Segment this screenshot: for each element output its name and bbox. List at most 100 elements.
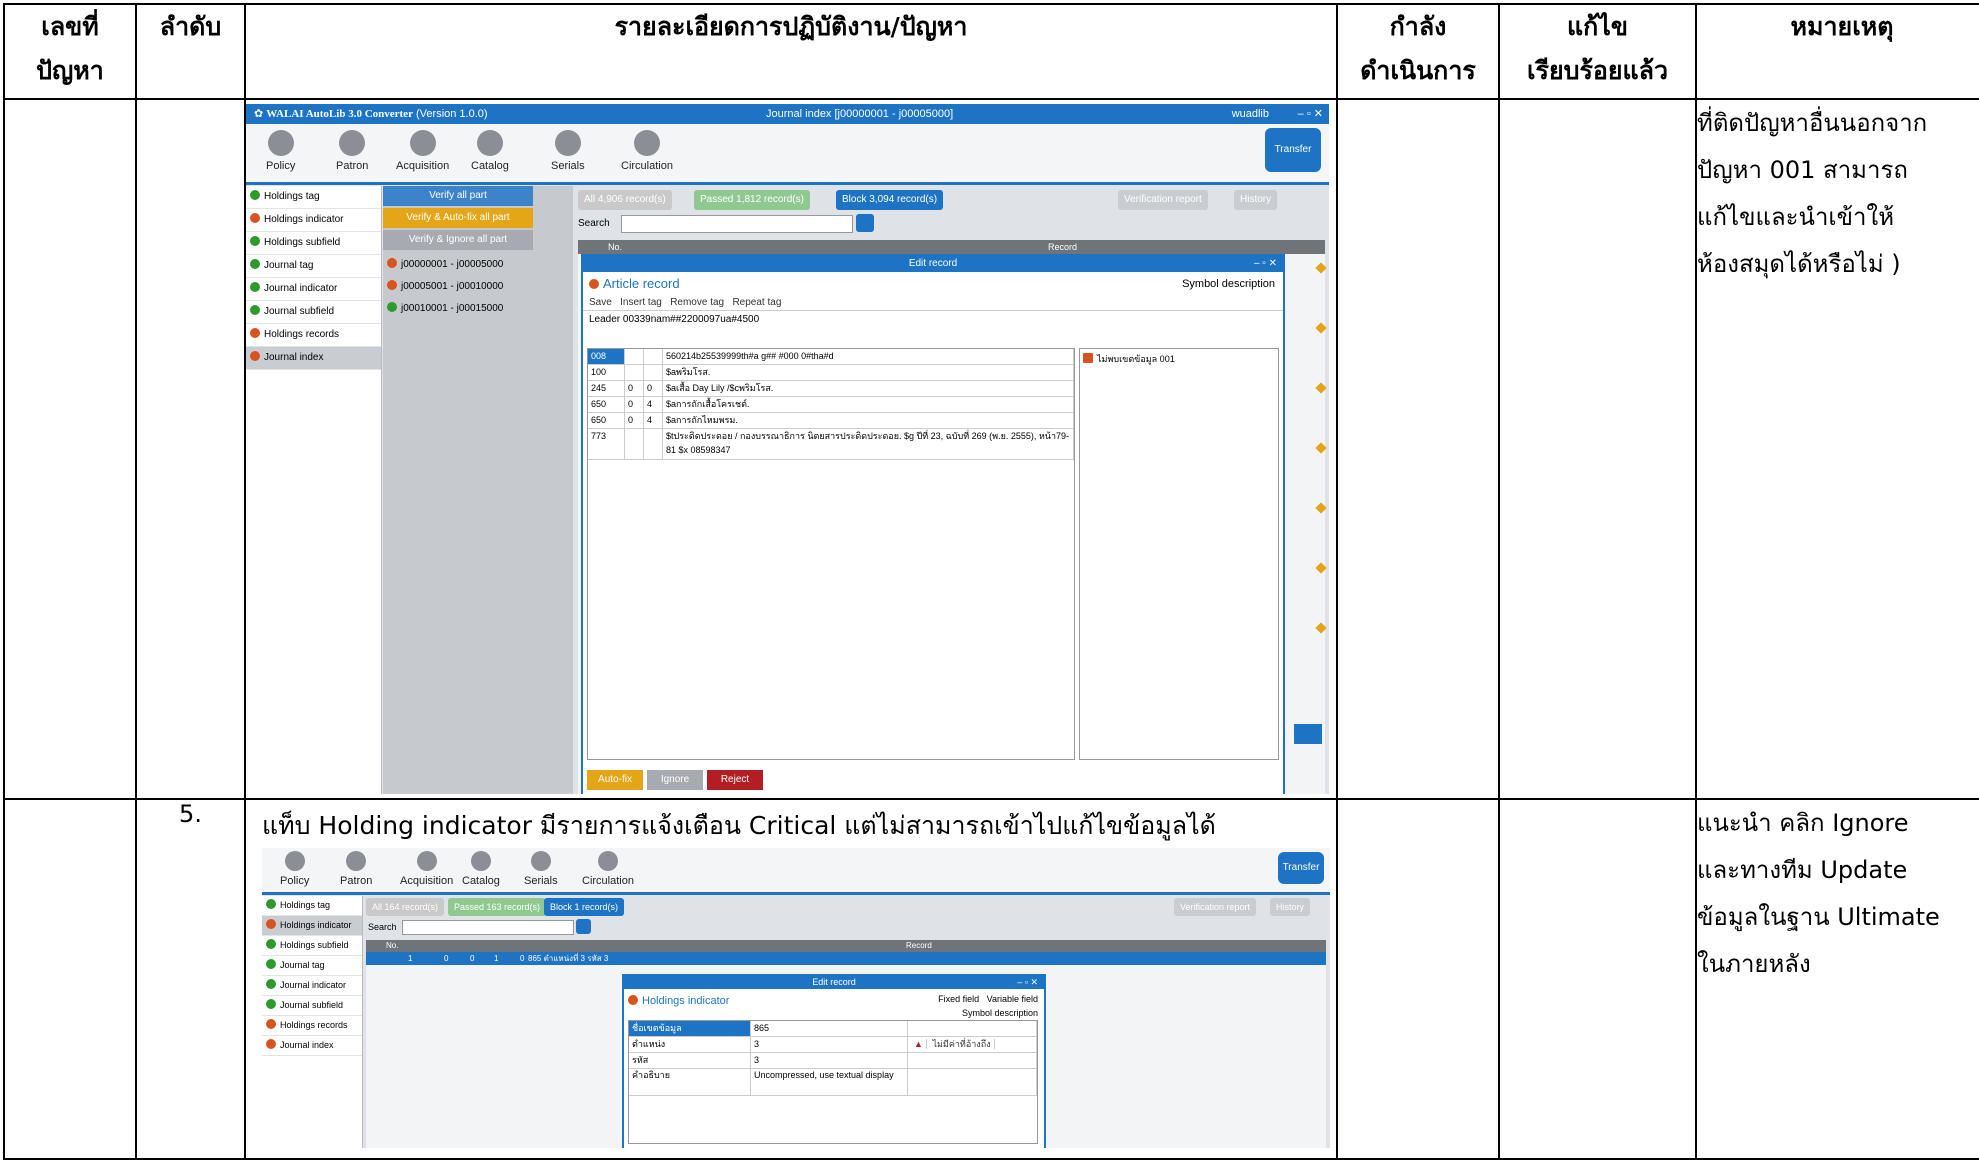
header-seq: ลำดับ (135, 3, 246, 100)
field-row[interactable]: 245 0 0 $aเสื้อ Day Lily /$cพริมโรส. (588, 381, 1074, 397)
sidebar-item[interactable]: Holdings tag (246, 186, 381, 209)
field-row[interactable]: ตำแหน่ง 3 ▲ ไม่มีค่าที่อ้างถึง (629, 1037, 1037, 1053)
pager-next-icon[interactable] (1294, 724, 1322, 744)
record-row[interactable]: 1 0 0 1 0 865 ตำแหน่งที่ 3 รหัส 3 (366, 952, 1326, 965)
module-patron[interactable]: Patron (340, 851, 372, 887)
verify-ignore-button[interactable]: Verify & Ignore all part (383, 230, 533, 250)
field-row[interactable]: รหัส 3 (629, 1053, 1037, 1069)
save-button[interactable]: Save (589, 297, 612, 308)
module-catalog[interactable]: Catalog (471, 130, 509, 172)
module-serials[interactable]: Serials (524, 851, 558, 887)
verification-report-button[interactable]: Verification report (1118, 190, 1208, 210)
error-item[interactable]: ไม่พบเขตข้อมูล 001 (1080, 349, 1278, 369)
search-input[interactable] (621, 215, 853, 233)
autofix-button[interactable]: Auto-fix (587, 770, 643, 790)
history-button[interactable]: History (1234, 190, 1278, 210)
edit-record-window: Edit record – ▫ ✕ Article record Symbol d… (581, 254, 1285, 794)
verify-all-button[interactable]: Verify all part (383, 186, 533, 206)
symbol-description-toggle[interactable]: Symbol description (1182, 278, 1275, 290)
sidebar-item[interactable]: Journal subfield (262, 996, 362, 1016)
search-label: Search (368, 922, 397, 932)
symbol-description-toggle[interactable]: Symbol description (962, 1008, 1038, 1018)
header-remark: หมายเหตุ (1695, 3, 1979, 100)
issue-table: เลขที่ ปัญหา ลำดับ รายละเอียดการปฏิบัติงา… (3, 3, 1979, 1160)
app-screenshot: Policy Patron Acquisition Catalog Serial… (262, 848, 1330, 1148)
fixed-cell (1498, 798, 1697, 1160)
header-issue-no: เลขที่ ปัญหา (3, 3, 137, 100)
verification-report-button[interactable]: Verification report (1174, 898, 1257, 916)
search-icon[interactable] (576, 919, 591, 934)
filter-all[interactable]: All 4,906 record(s) (578, 190, 672, 210)
remark-line: ข้อมูลในฐาน Ultimate (1697, 903, 1940, 931)
sidebar-item[interactable]: Journal indicator (262, 976, 362, 996)
window-label: Journal index [j00000001 - j00005000] (766, 108, 954, 120)
repeat-tag-button[interactable]: Repeat tag (732, 297, 781, 308)
transfer-button[interactable]: Transfer (1278, 852, 1324, 884)
filter-passed[interactable]: Passed 1,812 record(s) (694, 190, 810, 210)
sidebar-item[interactable]: Journal index (246, 347, 381, 370)
field-row[interactable]: คำอธิบาย Uncompressed, use textual displa… (629, 1069, 1037, 1096)
remove-tag-button[interactable]: Remove tag (670, 297, 724, 308)
filter-passed[interactable]: Passed 163 record(s) (448, 898, 547, 916)
range-item[interactable]: j00000001 - j00005000 (387, 254, 503, 276)
field-row[interactable]: ชื่อเขตข้อมูล 865 (629, 1021, 1037, 1037)
range-item[interactable]: j00010001 - j00015000 (387, 298, 503, 320)
issue-description: แท็บ Holding indicator มีรายการแจ้งเตือน… (262, 811, 1216, 840)
filter-block[interactable]: Block 3,094 record(s) (836, 190, 944, 210)
sidebar-item[interactable]: Holdings records (262, 1016, 362, 1036)
filter-block[interactable]: Block 1 record(s) (544, 898, 625, 916)
field-row[interactable]: 100 $aพริมโรส. (588, 365, 1074, 381)
range-item[interactable]: j00005001 - j00010000 (387, 276, 503, 298)
record-grid-header: No. Record (578, 240, 1325, 254)
field-row[interactable]: 650 0 4 $aการถักเสื้อโครเชต์. (588, 397, 1074, 413)
module-ribbon: Policy Patron Acquisition Catalog Serial… (262, 848, 1330, 895)
field-row[interactable]: 773 $tประดิดประดอย / กองบรรณาธิการ นิตยสา… (588, 429, 1074, 460)
sidebar-item[interactable]: Journal indicator (246, 278, 381, 301)
history-button[interactable]: History (1270, 898, 1311, 916)
document-page: เลขที่ ปัญหา ลำดับ รายละเอียดการปฏิบัติงา… (0, 0, 1979, 1170)
insert-tag-button[interactable]: Insert tag (620, 297, 662, 308)
sidebar-item[interactable]: Journal tag (246, 255, 381, 278)
module-acquisition[interactable]: Acquisition (400, 851, 453, 887)
module-circulation[interactable]: Circulation (621, 130, 673, 172)
module-circulation[interactable]: Circulation (582, 851, 634, 887)
field-row[interactable]: 008 560214b25539999th#a g## #000 0#tha#d (588, 349, 1074, 365)
error-list: ไม่พบเขตข้อมูล 001 (1079, 348, 1279, 760)
remark-cell: ที่ติดปัญหาอื่นนอกจาก ปัญหา 001 สามารถ แ… (1695, 98, 1979, 800)
sidebar-item[interactable]: Holdings subfield (262, 936, 362, 956)
search-icon[interactable] (856, 214, 874, 232)
record-grid-header: No. Record (366, 940, 1326, 952)
sidebar-item[interactable]: Holdings tag (262, 896, 362, 916)
header-in-progress: กำลัง ดำเนินการ (1336, 3, 1500, 100)
field-row[interactable]: 650 0 4 $aการถักไหมพรม. (588, 413, 1074, 429)
user-name: wuadlib (1231, 108, 1269, 120)
app-title: WALAI AutoLib 3.0 Converter (266, 108, 413, 120)
ignore-button[interactable]: Ignore (647, 770, 703, 790)
seq-cell (135, 98, 246, 800)
transfer-button[interactable]: Transfer (1265, 128, 1321, 172)
module-catalog[interactable]: Catalog (462, 851, 500, 887)
sidebar-item[interactable]: Holdings indicator (262, 916, 362, 936)
header-row: เลขที่ ปัญหา ลำดับ รายละเอียดการปฏิบัติงา… (3, 3, 1979, 100)
sidebar-item[interactable]: Journal tag (262, 956, 362, 976)
filter-all[interactable]: All 164 record(s) (366, 898, 445, 916)
module-policy[interactable]: Policy (280, 851, 309, 887)
edit-record-title: Edit record – ▫ ✕ (624, 976, 1044, 989)
verify-autofix-button[interactable]: Verify & Auto-fix all part (383, 208, 533, 228)
edit-toolbar: Save Insert tag Remove tag Repeat tag (583, 295, 1283, 311)
fixed-cell (1498, 98, 1697, 800)
module-acquisition[interactable]: Acquisition (396, 130, 449, 172)
field-list: 008 560214b25539999th#a g## #000 0#tha#d … (587, 348, 1075, 760)
edit-record-title: Edit record – ▫ ✕ (583, 256, 1283, 272)
module-serials[interactable]: Serials (551, 130, 585, 172)
search-input[interactable] (402, 920, 574, 935)
reject-button[interactable]: Reject (707, 770, 763, 790)
sidebar-item[interactable]: Journal subfield (246, 301, 381, 324)
sidebar-item[interactable]: Holdings records (246, 324, 381, 347)
sidebar-item[interactable]: Journal index (262, 1036, 362, 1056)
sidebar-item[interactable]: Holdings indicator (246, 209, 381, 232)
module-patron[interactable]: Patron (336, 130, 368, 172)
window-controls[interactable]: – ▫ ✕ (1298, 104, 1323, 124)
module-policy[interactable]: Policy (266, 130, 295, 172)
sidebar-item[interactable]: Holdings subfield (246, 232, 381, 255)
